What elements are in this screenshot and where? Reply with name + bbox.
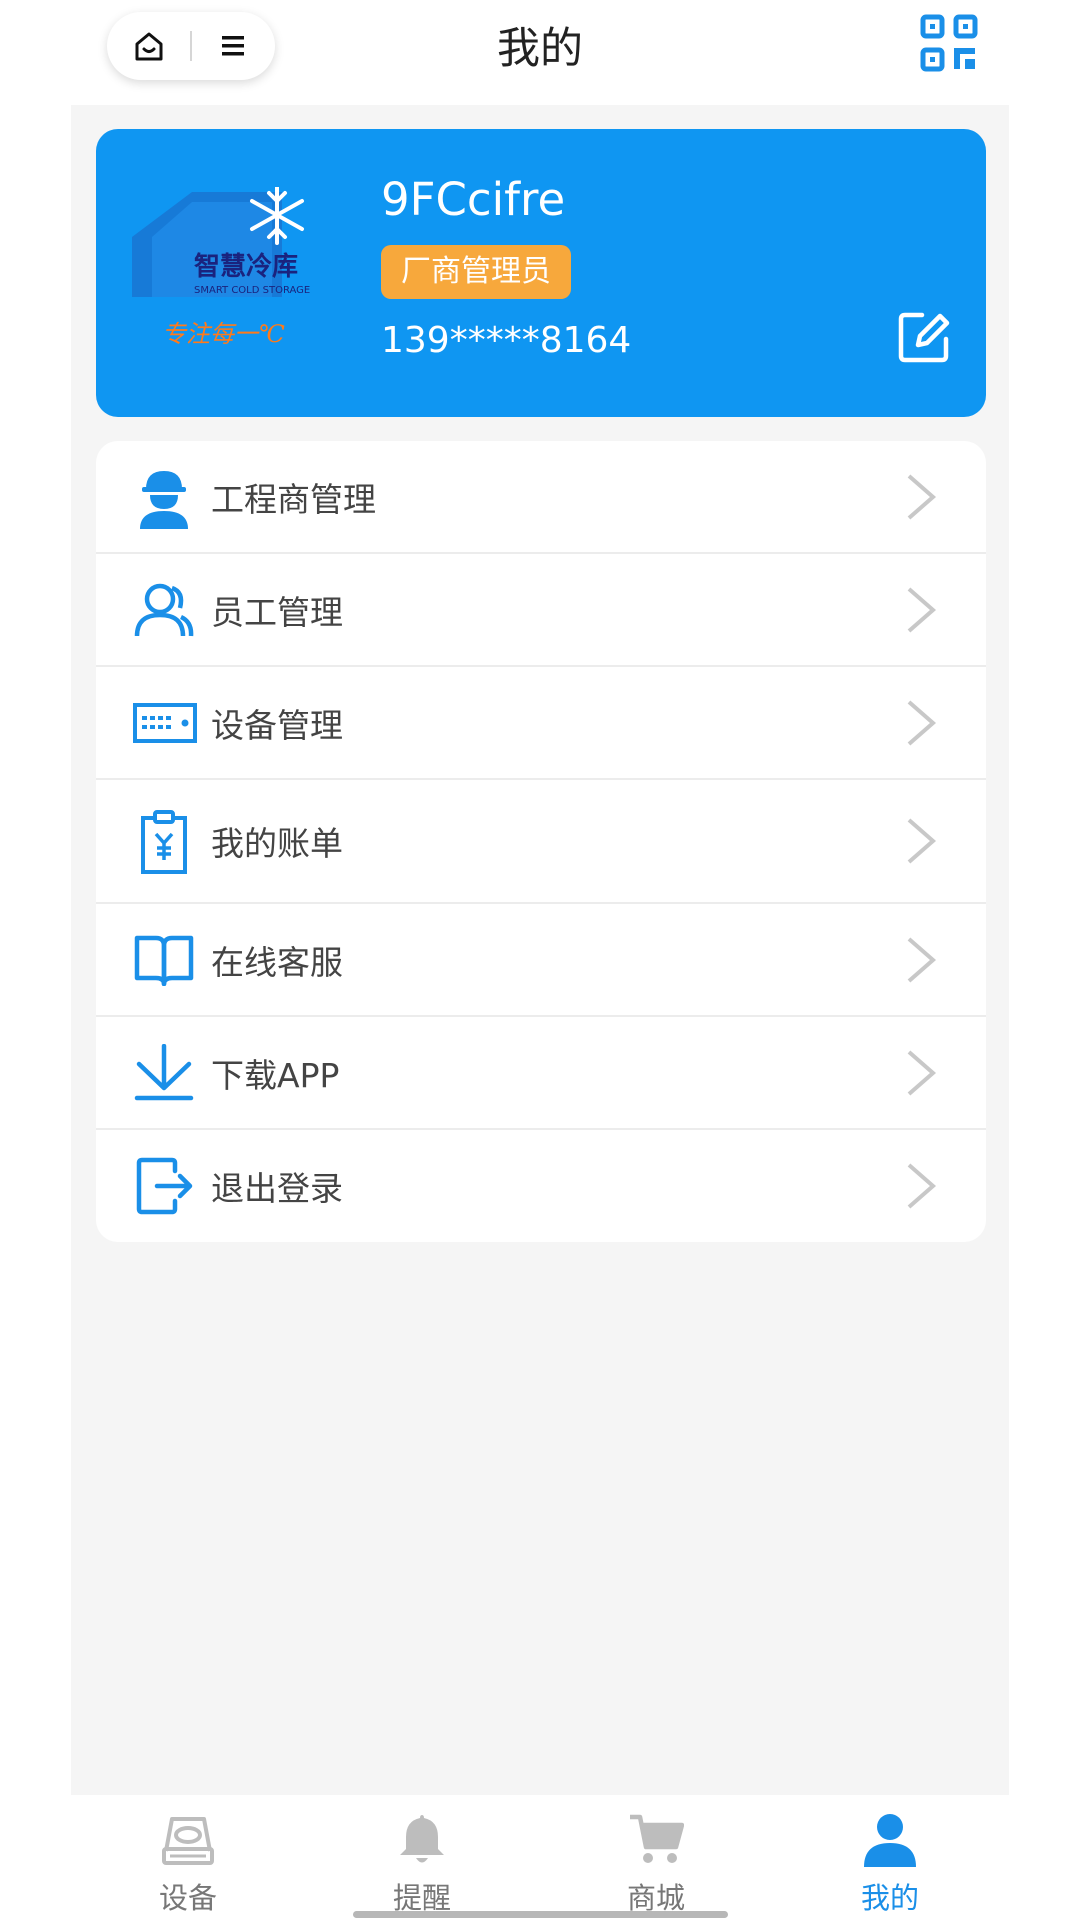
menu-item-label: 在线客服 (211, 942, 343, 982)
chevron-right-icon (907, 1049, 937, 1096)
menu-item-label: 退出登录 (211, 1169, 343, 1208)
qr-code-button[interactable] (920, 14, 978, 72)
tab-devices[interactable]: 设备 (71, 1795, 305, 1920)
chevron-right-icon (907, 818, 937, 864)
menu-item-online-support[interactable]: 在线客服 (96, 904, 986, 1017)
menu-item-label: 工程商管理 (211, 479, 376, 519)
chevron-right-icon (907, 473, 937, 520)
chevron-right-icon (907, 1163, 937, 1209)
tab-mall[interactable]: 商城 (539, 1795, 773, 1920)
company-logo: 智慧冷库 SMART COLD STORAGE 专注每一℃ (132, 185, 332, 362)
device-icon (132, 691, 198, 755)
menu-list: 工程商管理 员工管理 设备管理 我的账单 在线客服 下载APP 退出登录 (96, 441, 986, 1242)
menu-item-label: 设备管理 (211, 705, 343, 745)
bell-icon (400, 1815, 444, 1863)
svg-text:智慧冷库: 智慧冷库 (194, 251, 298, 282)
bill-icon (132, 810, 196, 874)
user-icon (864, 1814, 916, 1867)
main-content: 智慧冷库 SMART COLD STORAGE 专注每一℃ 9FCcifre 厂… (71, 105, 1009, 1795)
tab-label: 设备 (158, 1881, 217, 1915)
engineer-icon (132, 465, 196, 529)
logout-icon (132, 1154, 196, 1218)
bottom-tab-bar: 设备 提醒 商城 我的 (71, 1795, 1009, 1920)
menu-item-device-management[interactable]: 设备管理 (96, 667, 986, 780)
menu-item-engineer-management[interactable]: 工程商管理 (96, 441, 986, 554)
staff-icon (132, 578, 196, 642)
phone-number: 139*****8164 (381, 320, 632, 361)
header: 我的 (0, 0, 1080, 105)
svg-text:专注每一℃: 专注每一℃ (162, 320, 285, 348)
menu-item-label: 我的账单 (211, 824, 343, 863)
svg-text:SMART COLD STORAGE: SMART COLD STORAGE (194, 285, 310, 296)
tab-label: 我的 (860, 1881, 919, 1915)
role-badge: 厂商管理员 (381, 245, 571, 299)
menu-item-label: 下载APP (211, 1055, 340, 1095)
menu-item-staff-management[interactable]: 员工管理 (96, 554, 986, 667)
edit-icon (898, 312, 950, 363)
edit-profile-button[interactable] (896, 309, 952, 365)
cart-icon (630, 1814, 684, 1863)
menu-item-download-app[interactable]: 下载APP (96, 1017, 986, 1130)
chevron-right-icon (907, 936, 937, 983)
menu-item-label: 员工管理 (211, 592, 343, 632)
book-icon (132, 928, 196, 992)
menu-item-logout[interactable]: 退出登录 (96, 1130, 986, 1242)
device-tab-icon (162, 1817, 214, 1865)
home-indicator (353, 1911, 728, 1918)
tab-reminders[interactable]: 提醒 (305, 1795, 539, 1920)
profile-card: 智慧冷库 SMART COLD STORAGE 专注每一℃ 9FCcifre 厂… (96, 129, 986, 417)
tab-mine[interactable]: 我的 (773, 1795, 1007, 1920)
download-icon (132, 1041, 196, 1105)
menu-item-my-bills[interactable]: 我的账单 (96, 780, 986, 904)
page-title: 我的 (497, 24, 583, 74)
chevron-right-icon (907, 586, 937, 633)
qr-code-icon (920, 14, 978, 72)
chevron-right-icon (907, 699, 937, 746)
username: 9FCcifre (381, 173, 566, 226)
